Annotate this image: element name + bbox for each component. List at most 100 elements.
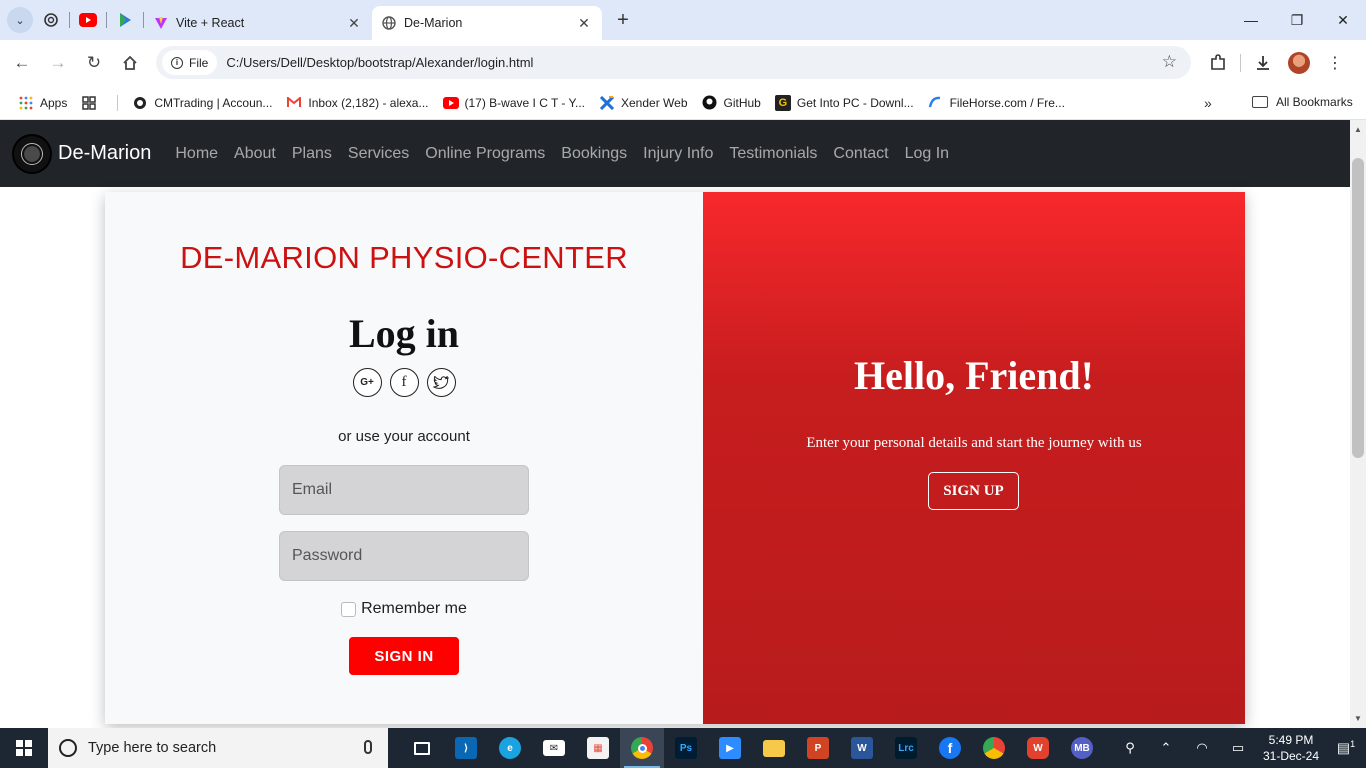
pinned-tab-youtube[interactable] <box>70 6 106 34</box>
site-info-chip[interactable]: i File <box>162 50 218 75</box>
twitter-button[interactable] <box>426 368 456 397</box>
cmtrading-icon <box>132 95 148 111</box>
github-icon <box>702 95 718 111</box>
tab-close-icon[interactable]: ✕ <box>576 15 592 32</box>
sign-up-button[interactable]: SIGN UP <box>928 472 1019 510</box>
bookmark-cmtrading[interactable]: CMTrading | Accoun... <box>132 95 272 111</box>
reload-button[interactable]: ↻ <box>76 45 112 81</box>
people-button[interactable]: ⚲ <box>1112 740 1148 756</box>
scroll-up-icon[interactable]: ▲ <box>1354 125 1362 134</box>
nav-link-injury-info[interactable]: Injury Info <box>635 145 721 163</box>
facebook-button[interactable]: f <box>389 368 419 397</box>
taskbar-photoshop[interactable]: Ps <box>664 728 708 768</box>
minimize-button[interactable]: — <box>1228 0 1274 40</box>
tab-close-icon[interactable]: ✕ <box>346 15 362 32</box>
scrollbar-thumb[interactable] <box>1352 158 1364 458</box>
task-view-button[interactable] <box>400 728 444 768</box>
taskbar-zoom[interactable]: ▶ <box>708 728 752 768</box>
nav-link-home[interactable]: Home <box>167 145 226 163</box>
email-field[interactable] <box>279 465 529 515</box>
google-plus-icon: G+ <box>360 377 374 388</box>
remember-checkbox[interactable] <box>341 601 357 617</box>
sign-in-button[interactable]: SIGN IN <box>349 637 459 675</box>
forward-button[interactable]: → <box>40 45 76 81</box>
address-bar[interactable]: i File C:/Users/Dell/Desktop/bootstrap/A… <box>156 46 1191 79</box>
menu-button[interactable]: ⋮ <box>1317 45 1353 81</box>
bookmark-filehorse[interactable]: FileHorse.com / Fre... <box>928 95 1065 111</box>
url-text[interactable]: C:/Users/Dell/Desktop/bootstrap/Alexande… <box>226 55 533 70</box>
taskbar-lightroom[interactable]: Lrc <box>884 728 928 768</box>
pinned-tab-app[interactable] <box>107 6 143 34</box>
microphone-icon[interactable] <box>364 740 372 754</box>
nav-link-plans[interactable]: Plans <box>284 145 340 163</box>
browser-tab-bar: ⌄ Vite + React ✕ De-Marion ✕ + — ❐ ✕ <box>0 0 1366 40</box>
nav-link-about[interactable]: About <box>226 145 284 163</box>
password-field[interactable] <box>279 531 529 581</box>
bookmark-grid[interactable] <box>81 95 103 111</box>
photoshop-icon: Ps <box>675 737 697 759</box>
bookmark-star-icon[interactable]: ☆ <box>1162 52 1177 72</box>
taskbar-apps: ⟩ e ✉ ▦ Ps ▶ P W Lrc f W MB <box>400 728 1104 768</box>
taskbar-browser[interactable] <box>972 728 1016 768</box>
page-scrollbar[interactable]: ▲ ▼ <box>1350 120 1366 728</box>
info-icon: i <box>171 56 183 69</box>
downloads-button[interactable] <box>1245 45 1281 81</box>
taskbar-malwarebytes[interactable]: MB <box>1060 728 1104 768</box>
site-logo[interactable] <box>12 133 52 174</box>
taskbar-mail[interactable]: ✉ <box>532 728 576 768</box>
remember-me[interactable]: Remember me <box>105 600 703 618</box>
extensions-button[interactable] <box>1200 45 1236 81</box>
bookmark-label: Apps <box>40 95 68 110</box>
taskbar-store[interactable]: ▦ <box>576 728 620 768</box>
globe-icon <box>382 16 396 30</box>
home-button[interactable] <box>112 45 148 81</box>
battery-button[interactable]: ▭ <box>1220 740 1256 756</box>
all-bookmarks-button[interactable]: All Bookmarks <box>1252 95 1353 109</box>
pinned-tab-chatgpt[interactable] <box>33 6 69 34</box>
notification-count: 1 <box>1350 739 1356 750</box>
close-window-button[interactable]: ✕ <box>1320 0 1366 40</box>
restore-button[interactable]: ❐ <box>1274 0 1320 40</box>
more-bookmarks-button[interactable]: » <box>1204 95 1212 111</box>
bookmark-getintopc[interactable]: G Get Into PC - Downl... <box>774 94 914 111</box>
nav-link-online-programs[interactable]: Online Programs <box>417 145 553 163</box>
folder-icon <box>763 739 785 757</box>
scroll-down-icon[interactable]: ▼ <box>1354 714 1362 723</box>
chevron-down-icon: ⌄ <box>15 14 25 27</box>
bookmark-label: FileHorse.com / Fre... <box>949 95 1065 110</box>
taskbar-edge[interactable]: e <box>488 728 532 768</box>
taskbar-file-explorer[interactable] <box>752 728 796 768</box>
taskbar-search[interactable]: Type here to search <box>48 728 388 768</box>
new-tab-button[interactable]: + <box>608 9 638 32</box>
nav-link-login[interactable]: Log In <box>897 145 957 163</box>
taskbar-wps[interactable]: W <box>1016 728 1060 768</box>
nav-link-services[interactable]: Services <box>340 145 417 163</box>
nav-link-contact[interactable]: Contact <box>825 145 896 163</box>
nav-link-bookings[interactable]: Bookings <box>553 145 635 163</box>
taskbar-clock[interactable]: 5:49 PM 31-Dec-24 <box>1256 732 1326 764</box>
taskbar-facebook[interactable]: f <box>928 728 972 768</box>
tab-vite-react[interactable]: Vite + React ✕ <box>144 6 372 40</box>
back-button[interactable]: ← <box>4 45 40 81</box>
profile-button[interactable] <box>1281 45 1317 81</box>
start-button[interactable] <box>0 728 48 768</box>
taskbar-word[interactable]: W <box>840 728 884 768</box>
network-button[interactable]: ◠ <box>1184 740 1220 756</box>
notification-center-button[interactable]: ▤1 <box>1326 739 1366 757</box>
bookmark-youtube[interactable]: (17) B-wave I C T - Y... <box>442 95 585 111</box>
bookmark-xender[interactable]: Xender Web <box>599 95 688 111</box>
tab-search-button[interactable]: ⌄ <box>7 7 33 33</box>
bookmark-gmail[interactable]: Inbox (2,182) - alexa... <box>286 95 429 111</box>
bookmark-label: Get Into PC - Downl... <box>796 95 914 110</box>
show-hidden-icons-button[interactable]: ⌃ <box>1148 740 1184 756</box>
taskbar-powerpoint[interactable]: P <box>796 728 840 768</box>
site-brand[interactable]: De-Marion <box>58 142 151 165</box>
taskbar-chrome[interactable] <box>620 728 664 768</box>
taskbar-vscode[interactable]: ⟩ <box>444 728 488 768</box>
bookmark-apps[interactable]: Apps <box>18 95 67 111</box>
arrow-right-icon: → <box>49 53 67 72</box>
nav-link-testimonials[interactable]: Testimonials <box>721 145 825 163</box>
tab-de-marion[interactable]: De-Marion ✕ <box>372 6 602 40</box>
google-plus-button[interactable]: G+ <box>352 368 382 397</box>
bookmark-github[interactable]: GitHub <box>702 95 761 111</box>
